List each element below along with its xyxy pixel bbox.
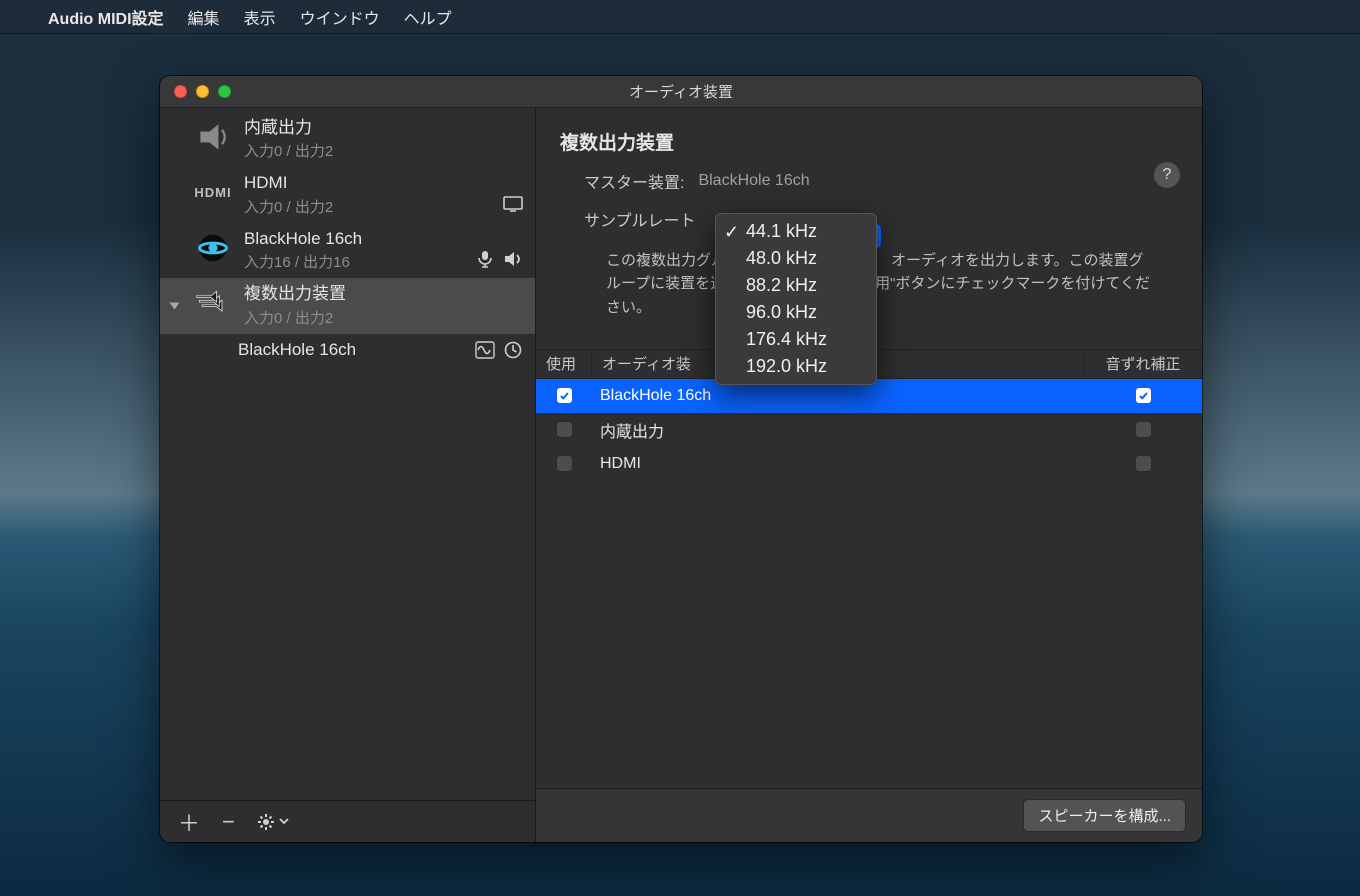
- disclosure-triangle-icon[interactable]: [170, 302, 180, 309]
- device-name: HDMI: [244, 173, 525, 193]
- menubar: Audio MIDI設定 編集 表示 ウインドウ ヘルプ: [0, 0, 1360, 33]
- device-name: 内蔵出力: [244, 118, 525, 138]
- use-checkbox[interactable]: [556, 387, 573, 404]
- audio-midi-window: オーディオ装置 内蔵出力 入力0 / 出力2 HDMI HDMI: [160, 76, 1202, 842]
- menu-window[interactable]: ウインドウ: [300, 5, 380, 29]
- check-icon: ✓: [724, 222, 739, 243]
- hdmi-icon: HDMI: [194, 173, 232, 211]
- minimize-icon[interactable]: [196, 85, 209, 98]
- chevron-down-icon: [279, 818, 289, 825]
- device-name: 複数出力装置: [244, 284, 525, 304]
- device-io: 入力0 / 出力2: [244, 140, 525, 161]
- remove-device-button[interactable]: −: [222, 809, 235, 835]
- display-output-icon: [503, 195, 523, 213]
- table-row[interactable]: HDMI: [536, 447, 1202, 481]
- close-icon[interactable]: [174, 85, 187, 98]
- zoom-icon[interactable]: [218, 85, 231, 98]
- drift-checkbox[interactable]: [1135, 421, 1152, 438]
- titlebar[interactable]: オーディオ装置: [160, 76, 1202, 108]
- dropdown-option[interactable]: 48.0 kHz: [716, 245, 876, 272]
- menu-help[interactable]: ヘルプ: [404, 5, 452, 29]
- default-input-mic-icon: [475, 250, 495, 268]
- drift-checkbox[interactable]: [1135, 387, 1152, 404]
- sidebar-subdevice-blackhole[interactable]: BlackHole 16ch: [160, 334, 535, 366]
- speaker-icon: [194, 118, 232, 156]
- dropdown-option[interactable]: 192.0 kHz: [716, 353, 876, 380]
- window-title: オーディオ装置: [160, 81, 1202, 102]
- sidebar-device-hdmi[interactable]: HDMI HDMI 入力0 / 出力2: [160, 167, 535, 222]
- table-row[interactable]: 内蔵出力: [536, 413, 1202, 447]
- row-name: BlackHole 16ch: [592, 387, 1084, 405]
- default-output-sound-icon: [503, 250, 523, 268]
- device-name: BlackHole 16ch: [244, 229, 525, 249]
- master-device-label: マスター装置:: [584, 169, 684, 193]
- master-device-value[interactable]: BlackHole 16ch: [698, 172, 809, 190]
- row-name: 内蔵出力: [592, 418, 1084, 442]
- multi-output-icon: [194, 284, 232, 322]
- add-device-button[interactable]: ＋: [178, 806, 200, 838]
- help-button[interactable]: ?: [1154, 162, 1180, 188]
- app-menu[interactable]: Audio MIDI設定: [48, 5, 164, 29]
- menu-edit[interactable]: 編集: [188, 5, 220, 29]
- sidebar-device-builtin-output[interactable]: 内蔵出力 入力0 / 出力2: [160, 112, 535, 167]
- sample-rate-dropdown[interactable]: ✓44.1 kHz 48.0 kHz 88.2 kHz 96.0 kHz 176…: [715, 213, 877, 385]
- menu-view[interactable]: 表示: [244, 5, 276, 29]
- sidebar-device-multi-output[interactable]: 複数出力装置 入力0 / 出力2: [160, 278, 535, 333]
- dropdown-option[interactable]: ✓44.1 kHz: [716, 218, 876, 245]
- detail-title: 複数出力装置: [560, 128, 1178, 155]
- device-io: 入力0 / 出力2: [244, 307, 525, 328]
- device-sidebar: 内蔵出力 入力0 / 出力2 HDMI HDMI 入力0 / 出力2: [160, 108, 536, 842]
- sample-rate-label: サンプルレート: [584, 207, 696, 231]
- configure-speakers-button[interactable]: スピーカーを構成...: [1023, 799, 1186, 832]
- resample-wave-icon: [475, 341, 495, 359]
- col-use[interactable]: 使用: [536, 350, 592, 378]
- use-checkbox[interactable]: [556, 421, 573, 438]
- device-io: 入力0 / 出力2: [244, 196, 525, 217]
- use-checkbox[interactable]: [556, 455, 573, 472]
- device-name: BlackHole 16ch: [238, 340, 356, 360]
- row-name: HDMI: [592, 455, 1084, 473]
- col-drift[interactable]: 音ずれ補正: [1084, 350, 1202, 378]
- drift-checkbox[interactable]: [1135, 455, 1152, 472]
- sidebar-device-blackhole[interactable]: BlackHole 16ch 入力16 / 出力16: [160, 223, 535, 278]
- device-actions-menu[interactable]: [257, 813, 289, 831]
- sidebar-footer: ＋ −: [160, 800, 535, 842]
- dropdown-option[interactable]: 96.0 kHz: [716, 299, 876, 326]
- dropdown-option[interactable]: 88.2 kHz: [716, 272, 876, 299]
- clock-source-icon: [503, 341, 523, 359]
- blackhole-icon: [194, 229, 232, 267]
- dropdown-option[interactable]: 176.4 kHz: [716, 326, 876, 353]
